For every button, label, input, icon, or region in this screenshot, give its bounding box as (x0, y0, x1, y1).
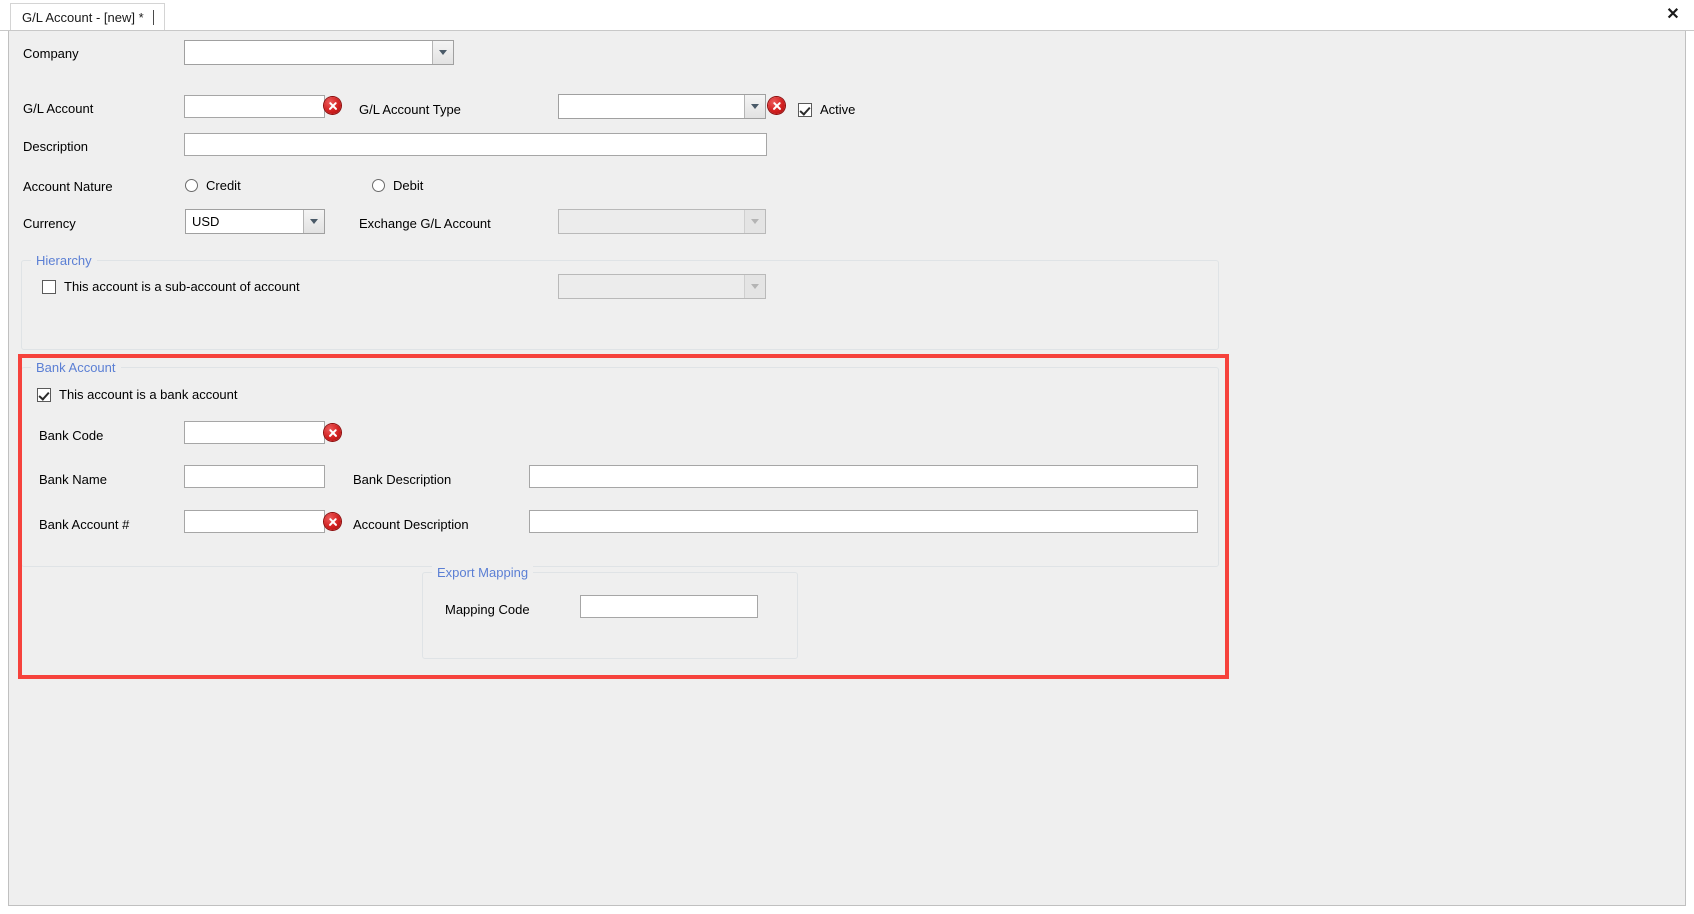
chevron-down-icon[interactable] (744, 210, 765, 233)
account-nature-radio-credit[interactable]: Credit (185, 178, 241, 193)
gl-account-type-error-icon (768, 97, 785, 114)
bank-description-label: Bank Description (353, 472, 452, 487)
bank-name-label: Bank Name (39, 472, 107, 487)
exchange-gl-account-label: Exchange G/L Account (359, 216, 491, 231)
export-mapping-group-title: Export Mapping (432, 565, 534, 580)
gl-account-type-label: G/L Account Type (359, 102, 461, 117)
account-description-input[interactable] (529, 510, 1198, 533)
chevron-down-icon[interactable] (432, 41, 453, 64)
company-combobox[interactable] (184, 40, 454, 65)
is-bank-account-checkbox-label: This account is a bank account (59, 387, 238, 402)
active-checkbox[interactable]: Active (798, 102, 855, 117)
parent-account-combobox[interactable] (558, 274, 766, 299)
active-checkbox-label: Active (820, 102, 856, 117)
currency-label: Currency (23, 216, 76, 231)
bank-description-input[interactable] (529, 465, 1198, 488)
description-input[interactable] (184, 133, 767, 156)
currency-combobox[interactable]: USD (185, 209, 325, 234)
bank-account-number-error-icon (324, 513, 341, 530)
exchange-gl-account-combobox[interactable] (558, 209, 766, 234)
tab-gl-account-label: G/L Account - [new] * (22, 9, 144, 25)
bank-code-error-icon (324, 424, 341, 441)
bank-account-group-title: Bank Account (31, 360, 121, 375)
tab-gl-account[interactable]: G/L Account - [new] * (10, 3, 165, 30)
company-label: Company (23, 46, 79, 61)
text-caret (152, 9, 154, 25)
bank-name-input[interactable] (184, 465, 325, 488)
checkbox-icon[interactable] (37, 387, 51, 402)
account-nature-debit-label: Debit (393, 178, 424, 193)
gl-account-input[interactable] (184, 95, 325, 118)
account-nature-label: Account Nature (23, 179, 113, 194)
description-label: Description (23, 139, 89, 154)
chevron-down-icon[interactable] (744, 95, 765, 118)
account-nature-radio-debit[interactable]: Debit (372, 178, 423, 193)
gl-account-label: G/L Account (23, 101, 94, 116)
gl-account-type-combobox[interactable] (558, 94, 766, 119)
hierarchy-group-title: Hierarchy (31, 253, 97, 268)
bank-account-number-input[interactable] (184, 510, 325, 533)
mapping-code-input[interactable] (580, 595, 758, 618)
bank-code-label: Bank Code (39, 428, 104, 443)
currency-combobox-value: USD (192, 214, 220, 229)
radio-icon[interactable] (185, 179, 198, 192)
bank-code-input[interactable] (184, 421, 325, 444)
checkbox-icon[interactable] (42, 279, 56, 294)
mapping-code-label: Mapping Code (445, 602, 530, 617)
bank-account-number-label: Bank Account # (39, 517, 130, 532)
sub-account-checkbox[interactable]: This account is a sub-account of account (42, 279, 300, 294)
checkbox-icon[interactable] (798, 102, 812, 117)
radio-icon[interactable] (372, 179, 385, 192)
chevron-down-icon[interactable] (744, 275, 765, 298)
close-icon[interactable]: ✕ (1662, 4, 1684, 26)
account-nature-credit-label: Credit (206, 178, 241, 193)
account-description-label: Account Description (353, 517, 469, 532)
tab-strip: G/L Account - [new] * ✕ (0, 0, 1694, 31)
gl-account-error-icon (324, 97, 341, 114)
form-body: Company G/L Account G/L Account Type Act… (8, 31, 1686, 906)
sub-account-checkbox-label: This account is a sub-account of account (64, 279, 300, 294)
chevron-down-icon[interactable] (303, 210, 324, 233)
is-bank-account-checkbox[interactable]: This account is a bank account (37, 387, 238, 402)
gl-account-window: G/L Account - [new] * ✕ Company G/L Acco… (0, 0, 1694, 914)
